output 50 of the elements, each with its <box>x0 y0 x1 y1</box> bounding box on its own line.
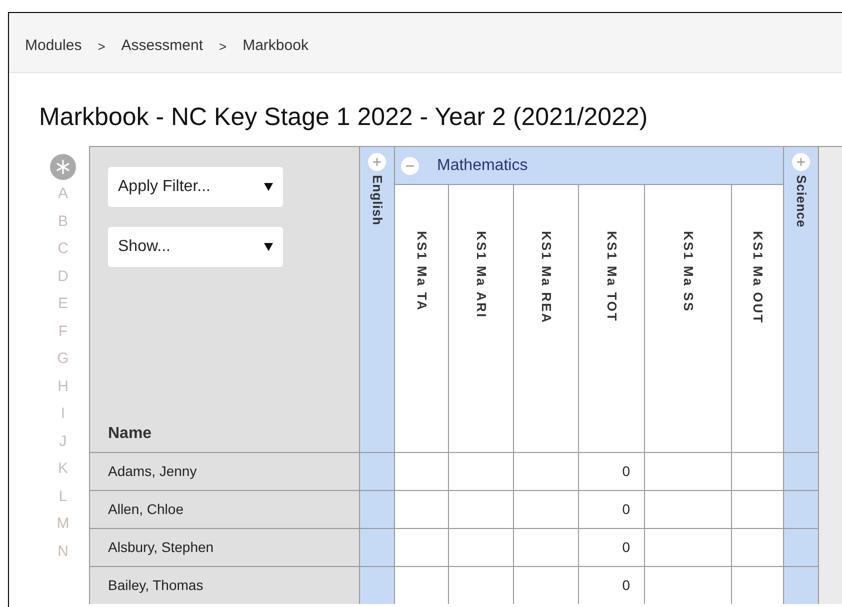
breadcrumb-separator: > <box>98 38 106 56</box>
score-cell[interactable] <box>784 528 819 566</box>
group-header: English <box>368 175 386 226</box>
score-cell[interactable] <box>360 452 395 490</box>
column-header: KS1 Ma TA <box>413 231 430 312</box>
column-header: KS1 Ma TOT <box>603 231 620 322</box>
index-letter[interactable]: L <box>58 482 68 510</box>
group-header: Mathematics <box>437 156 528 176</box>
student-name: Alsbury, Stephen <box>90 528 359 566</box>
index-letter[interactable]: G <box>57 345 69 372</box>
collapse-icon[interactable] <box>401 156 419 174</box>
score-cell[interactable] <box>784 490 819 528</box>
dropdown-arrow-icon <box>264 183 273 191</box>
index-letter[interactable]: N <box>58 538 68 565</box>
column-header: KS1 Ma OUT <box>749 231 766 324</box>
index-letter[interactable]: E <box>58 290 68 318</box>
expand-icon[interactable] <box>368 153 386 171</box>
score-cell[interactable] <box>784 452 819 490</box>
column-header: KS1 Ma ARI <box>472 231 490 318</box>
dropdown-arrow-icon <box>264 243 273 251</box>
index-letter[interactable]: H <box>58 372 68 400</box>
expand-icon[interactable] <box>792 153 810 171</box>
breadcrumb-separator: > <box>219 38 227 56</box>
index-letter[interactable]: C <box>58 235 68 262</box>
column-header: KS1 Ma REA <box>538 231 555 324</box>
breadcrumb-link[interactable]: Modules <box>25 35 82 58</box>
asterisk-icon[interactable] <box>50 154 76 180</box>
index-letter[interactable]: K <box>58 455 68 482</box>
breadcrumb-link[interactable]: Markbook <box>242 35 308 58</box>
filter-dropdown[interactable]: Apply Filter... <box>108 167 283 207</box>
column-header: KS1 Ma SS <box>680 231 697 312</box>
index-letter[interactable]: F <box>58 318 68 345</box>
score-cell[interactable] <box>360 528 395 566</box>
index-letter[interactable]: A <box>58 180 68 208</box>
index-letter[interactable]: J <box>59 428 67 455</box>
index-letter[interactable]: D <box>58 262 68 290</box>
student-name: Allen, Chloe <box>90 490 359 528</box>
filter-dropdown[interactable]: Show... <box>108 227 283 267</box>
breadcrumb-link[interactable]: Assessment <box>121 35 203 58</box>
student-name: Bailey, Thomas <box>90 566 359 604</box>
score-cell[interactable] <box>784 566 819 604</box>
group-header: Science <box>792 175 810 228</box>
index-letter[interactable]: B <box>58 208 68 235</box>
student-name: Adams, Jenny <box>90 452 359 490</box>
score-cell[interactable] <box>360 490 395 528</box>
score-cell[interactable] <box>360 566 395 604</box>
column-header: Name <box>108 424 152 444</box>
index-letter[interactable]: I <box>60 400 66 428</box>
page-title: Markbook - NC Key Stage 1 2022 - Year 2 (2021/2022) <box>39 102 649 133</box>
index-letter[interactable]: M <box>56 510 70 538</box>
